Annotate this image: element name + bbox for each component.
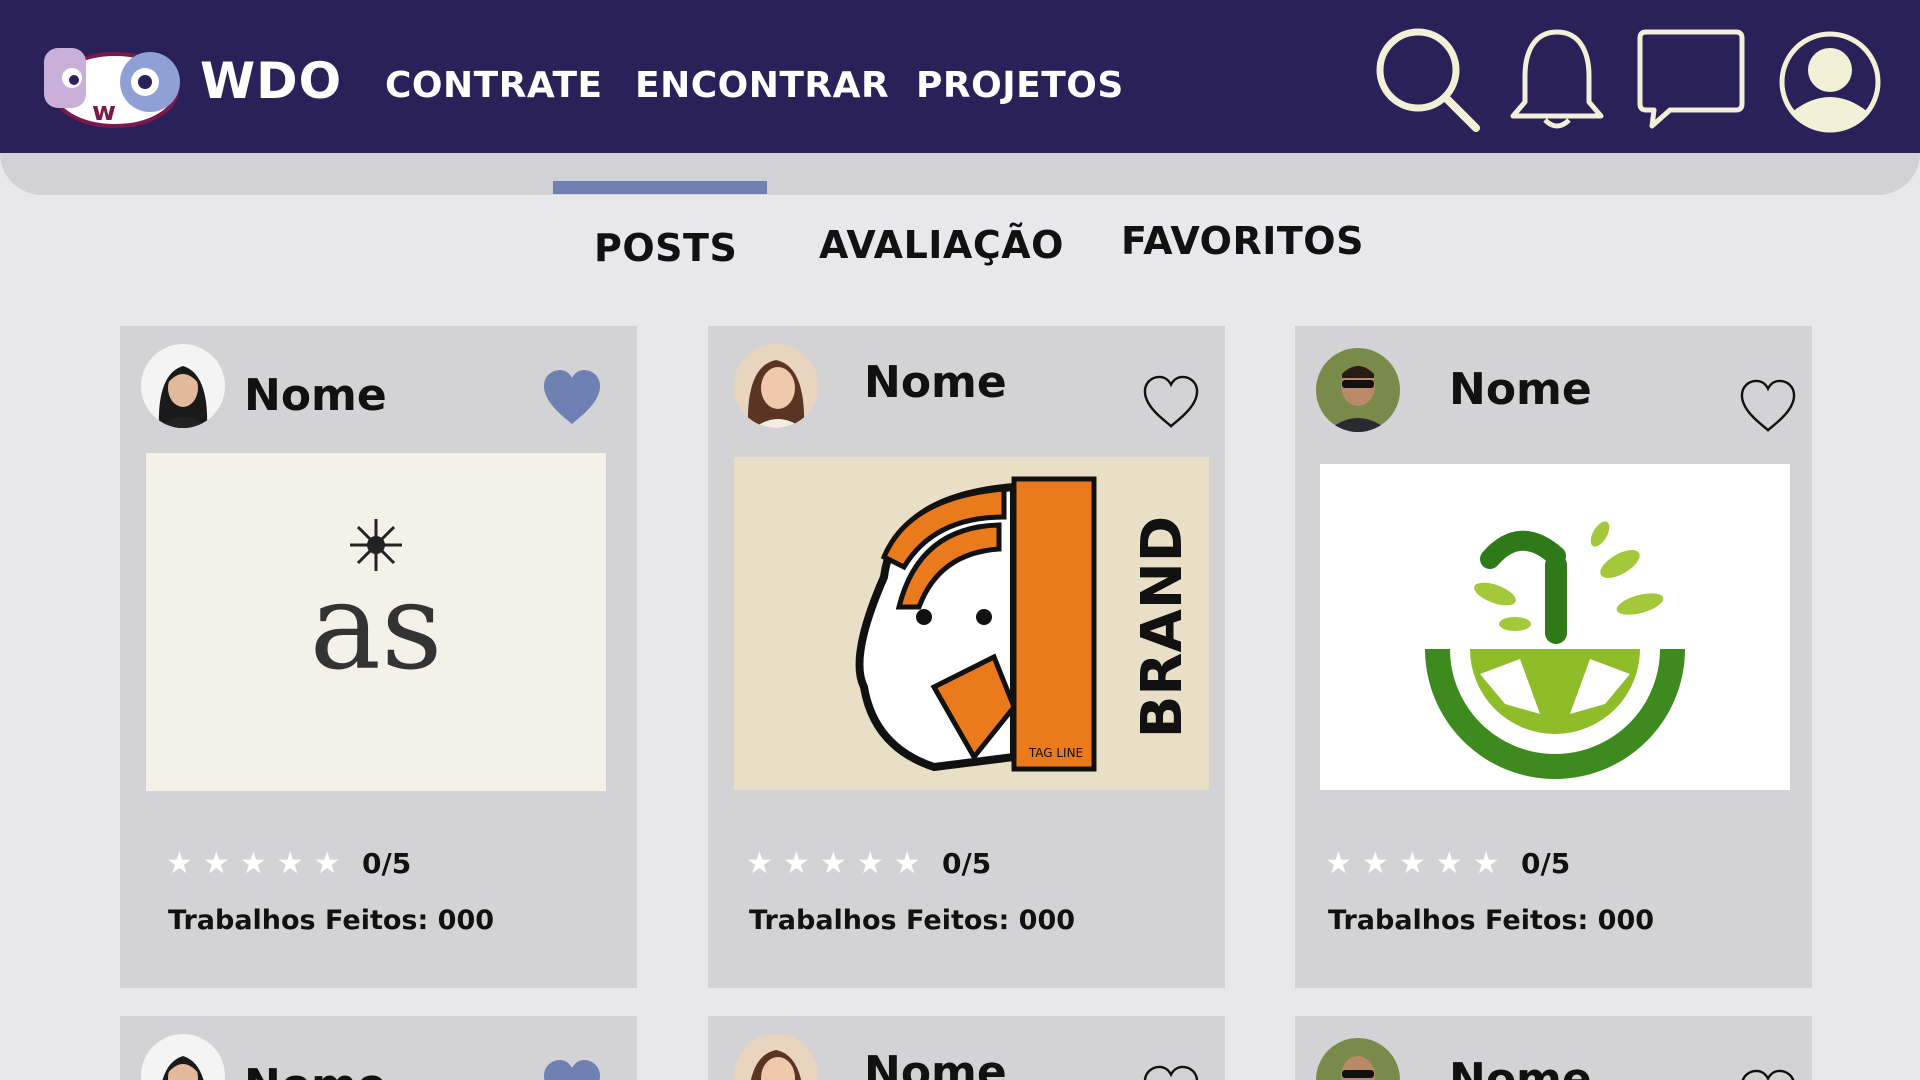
avatar[interactable] [141,344,225,428]
post-card[interactable]: Nome BRAND TAG LINE ★ ★ ★ ★ ★ 0/5 Trabalhos … [708,326,1225,988]
works-count: Trabalhos Feitos: 000 [749,905,1076,936]
bell-icon[interactable] [1507,26,1607,138]
nav-encontrar[interactable]: ENCONTRAR [635,65,889,106]
post-card[interactable]: Nome ★ ★ ★ ★ ★ 0/5 Trabalhos Feitos: 000 [1295,326,1812,988]
works-count: Trabalhos Feitos: 000 [168,905,495,936]
heart-outline-icon[interactable] [1737,378,1799,438]
post-thumbnail[interactable]: as [146,453,606,791]
rating-stars[interactable]: ★ ★ ★ ★ ★ [166,849,341,879]
tab-avaliacao[interactable]: AVALIAÇÃO [819,223,1064,267]
rating-stars[interactable]: ★ ★ ★ ★ ★ [746,849,921,879]
avatar[interactable] [734,1034,818,1080]
card-name[interactable]: Nome [864,1047,1007,1080]
avatar[interactable] [1316,348,1400,432]
post-thumbnail[interactable] [1320,464,1790,790]
rating-value: 0/5 [1521,847,1571,880]
tab-favoritos[interactable]: FAVORITOS [1121,219,1364,263]
card-name[interactable]: Nome [244,1060,387,1080]
svg-text:TAG LINE: TAG LINE [1028,746,1083,760]
nav-projetos[interactable]: PROJETOS [916,65,1124,106]
heart-outline-icon[interactable] [1737,1068,1799,1080]
rating-stars[interactable]: ★ ★ ★ ★ ★ [1325,849,1500,879]
post-card[interactable]: Nome as ★ ★ ★ ★ ★ 0/5 Trabalhos Feitos: 000 [120,326,637,988]
avatar[interactable] [141,1034,225,1080]
rating-value: 0/5 [942,847,992,880]
rating-value: 0/5 [362,847,412,880]
post-card[interactable]: Nome [708,1016,1225,1080]
active-tab-indicator [553,181,767,194]
tab-posts[interactable]: POSTS [594,226,737,270]
nav-contrate[interactable]: CONTRATE [385,65,603,106]
heart-outline-icon[interactable] [1140,374,1202,434]
card-name[interactable]: Nome [1449,364,1592,415]
header-lower-band [0,153,1920,195]
brand-name: WDO [200,52,343,110]
heart-filled-icon[interactable] [540,368,604,430]
card-name[interactable]: Nome [864,357,1007,408]
user-icon[interactable] [1778,30,1882,138]
post-thumbnail[interactable]: BRAND TAG LINE [734,457,1209,790]
heart-filled-icon[interactable] [540,1058,604,1080]
works-count: Trabalhos Feitos: 000 [1328,905,1655,936]
heart-outline-icon[interactable] [1140,1064,1202,1080]
avatar[interactable] [1316,1038,1400,1080]
chat-icon[interactable] [1636,28,1746,136]
app-logo[interactable]: w [40,42,190,132]
avatar[interactable] [734,344,818,428]
post-card[interactable]: Nome [120,1016,637,1080]
svg-text:w: w [92,97,116,127]
card-name[interactable]: Nome [1449,1054,1592,1080]
search-icon[interactable] [1374,26,1482,138]
card-name[interactable]: Nome [244,370,387,421]
svg-text:as: as [309,558,442,697]
svg-text:BRAND: BRAND [1130,516,1195,739]
post-card[interactable]: Nome [1295,1016,1812,1080]
